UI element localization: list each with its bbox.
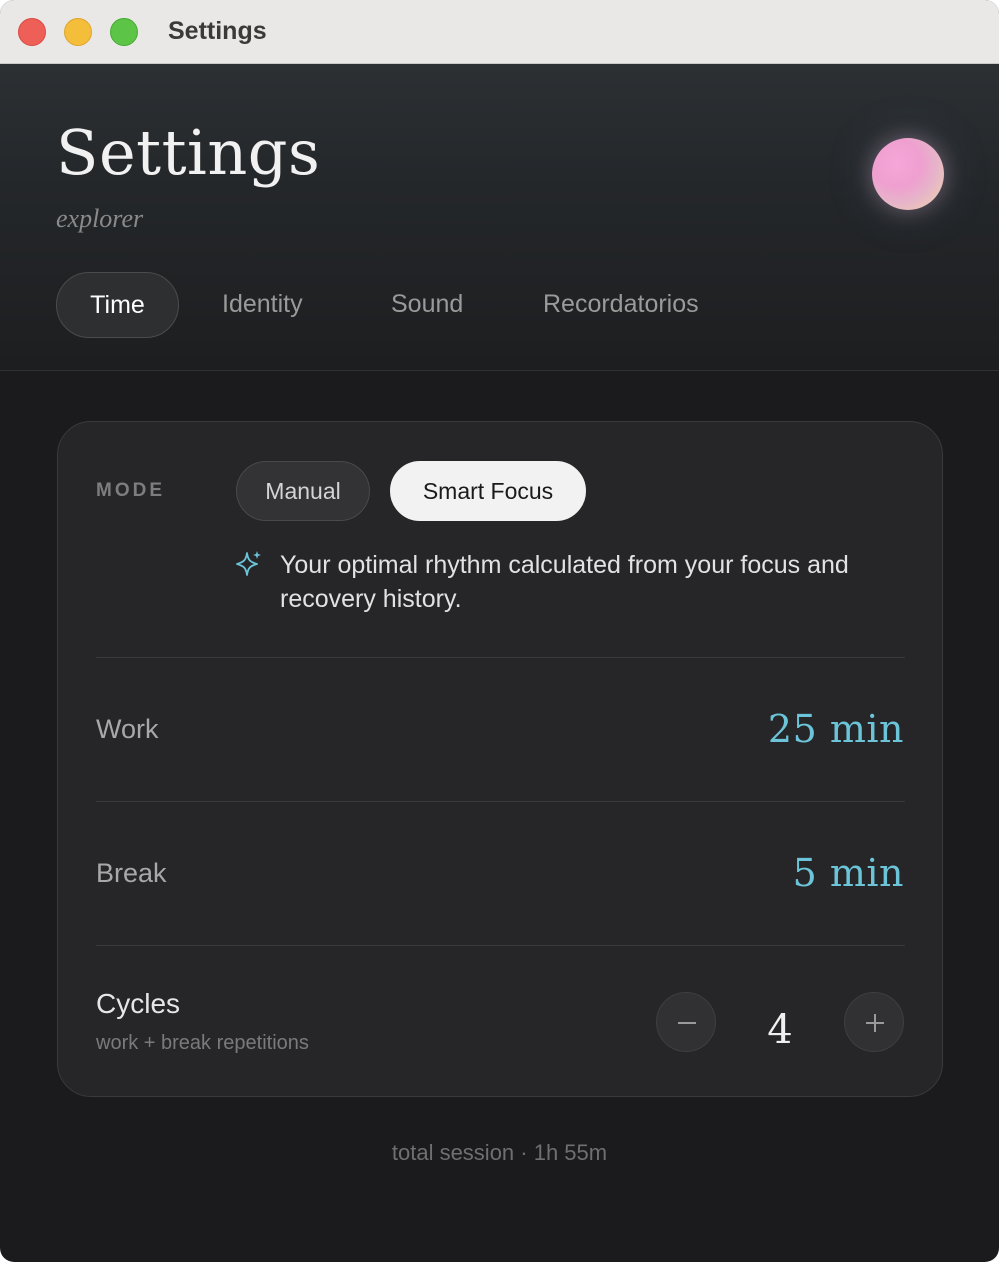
mode-smart-focus-button[interactable]: Smart Focus [390,461,586,521]
page-title: Settings [56,116,321,189]
settings-header: Settings explorer Time Identity Sound Re… [0,64,999,371]
mode-label: MODE [96,480,165,501]
tab-time[interactable]: Time [56,272,179,338]
minimize-window-button[interactable] [64,18,92,46]
close-window-button[interactable] [18,18,46,46]
avatar[interactable] [872,138,944,210]
break-label: Break [96,858,167,888]
break-duration-value[interactable]: 5 min [793,851,904,895]
work-duration-value[interactable]: 25 min [768,707,904,751]
settings-window: Settings Settings explorer Time Identity… [0,0,999,1262]
minus-icon [678,1022,696,1024]
divider [96,657,905,658]
maximize-window-button[interactable] [110,18,138,46]
title-bar: Settings [0,0,999,64]
cycles-increment-button[interactable] [844,992,904,1052]
work-label: Work [96,714,159,744]
tab-sound[interactable]: Sound [391,272,463,338]
divider [96,801,905,802]
tab-recordatorios[interactable]: Recordatorios [543,272,699,338]
cycles-decrement-button[interactable] [656,992,716,1052]
window-title: Settings [168,17,267,45]
smart-focus-hint: Your optimal rhythm calculated from your… [280,551,849,613]
time-settings-card: MODE Manual Smart Focus Your optimal rhy… [57,421,943,1097]
total-session-summary: total session · 1h 55m [391,1140,608,1165]
cycles-label: Cycles [96,988,181,1019]
divider [96,945,905,946]
tab-identity[interactable]: Identity [222,272,303,338]
mode-manual-button[interactable]: Manual [236,461,370,521]
cycles-value: 4 [767,1007,793,1053]
profile-subtitle: explorer [56,204,144,233]
sparkle-icon [236,551,261,576]
cycles-sublabel: work + break repetitions [96,1032,309,1054]
